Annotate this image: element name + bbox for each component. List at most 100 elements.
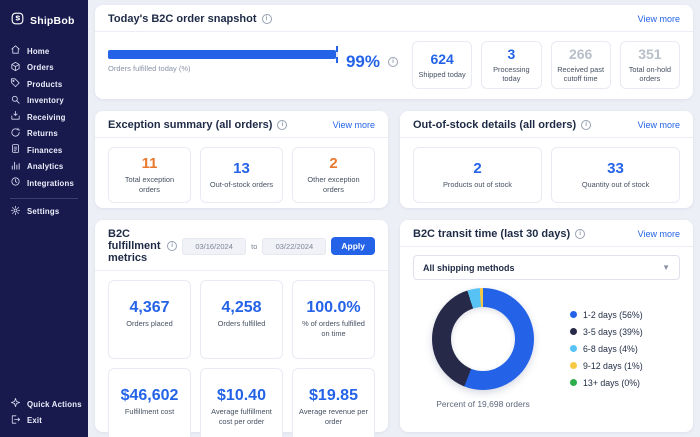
fulfillment-metrics-card: B2C fulfillment metrics i to Apply 4,367… [95, 220, 388, 432]
box-icon [10, 59, 21, 77]
transit-chart-area: Percent of 19,698 orders 1-2 days (56%) 3… [400, 280, 693, 409]
transit-time-card: B2C transit time (last 30 days) i View m… [400, 220, 693, 432]
sidebar: ShipBob Home Orders Products Inventory R… [0, 0, 88, 437]
sidebar-item-analytics[interactable]: Analytics [0, 159, 88, 176]
exception-summary-card: Exception summary (all orders) i View mo… [95, 111, 388, 208]
document-icon [10, 141, 21, 159]
date-range-controls: to Apply [182, 237, 375, 255]
legend-dot [570, 345, 577, 352]
legend-label: 6-8 days (4%) [583, 344, 638, 354]
brand-name: ShipBob [30, 15, 75, 27]
exception-view-more-link[interactable]: View more [333, 120, 375, 130]
transit-title: B2C transit time (last 30 days) [413, 228, 570, 240]
date-from-input[interactable] [182, 238, 246, 255]
stat-pct-fulfilled-on-time: 100.0% % of orders fulfilled on time [292, 280, 375, 359]
snapshot-body: Orders fulfilled today (%) 99% i 624 Shi… [95, 32, 693, 89]
shipbob-logo-icon [10, 11, 25, 31]
tag-icon [10, 75, 21, 93]
sidebar-item-home[interactable]: Home [0, 43, 88, 60]
stat-out-of-stock-orders: 13 Out-of-stock orders [200, 147, 283, 203]
legend-item: 1-2 days (56%) [570, 310, 643, 320]
sidebar-divider [10, 198, 78, 199]
metrics-grid: 4,367 Orders placed 4,258 Orders fulfill… [95, 271, 388, 437]
legend-label: 3-5 days (39%) [583, 327, 643, 337]
snapshot-stats: 624 Shipped today 3 Processing today 266… [412, 41, 680, 89]
sparkle-icon [10, 395, 21, 413]
transit-legend: 1-2 days (56%) 3-5 days (39%) 6-8 days (4%… [570, 310, 643, 388]
progress-marker [336, 46, 338, 63]
sidebar-item-returns[interactable]: Returns [0, 126, 88, 143]
snapshot-card: Today's B2C order snapshot i View more O… [95, 5, 693, 99]
progress-track [108, 50, 338, 59]
sidebar-item-products[interactable]: Products [0, 76, 88, 93]
transit-donut-chart [432, 288, 534, 390]
home-icon [10, 42, 21, 60]
legend-dot [570, 379, 577, 386]
sidebar-item-exit[interactable]: Exit [0, 413, 88, 430]
legend-label: 1-2 days (56%) [583, 310, 643, 320]
stat-orders-fulfilled: 4,258 Orders fulfilled [200, 280, 283, 359]
stat-fulfillment-cost: $46,602 Fulfillment cost [108, 368, 191, 437]
brand-logo[interactable]: ShipBob [0, 0, 88, 43]
gear-icon [10, 203, 21, 221]
main-content: Today's B2C order snapshot i View more O… [88, 0, 700, 437]
legend-item: 9-12 days (1%) [570, 361, 643, 371]
legend-label: 9-12 days (1%) [583, 361, 643, 371]
sidebar-item-integrations[interactable]: Integrations [0, 175, 88, 192]
oos-title: Out-of-stock details (all orders) [413, 119, 576, 131]
sidebar-item-inventory[interactable]: Inventory [0, 93, 88, 110]
metrics-title: B2C fulfillment metrics [108, 228, 162, 264]
stat-avg-revenue: $19.85 Average revenue per order [292, 368, 375, 437]
return-arrow-icon [10, 125, 21, 143]
magnifier-icon [10, 92, 21, 110]
chevron-down-icon: ▼ [662, 263, 670, 272]
oos-view-more-link[interactable]: View more [638, 120, 680, 130]
info-icon[interactable]: i [277, 120, 287, 130]
out-of-stock-card: Out-of-stock details (all orders) i View… [400, 111, 693, 208]
sidebar-item-quick-actions[interactable]: Quick Actions [0, 396, 88, 413]
sidebar-item-settings[interactable]: Settings [0, 204, 88, 221]
snapshot-view-more-link[interactable]: View more [638, 14, 680, 24]
exception-title: Exception summary (all orders) [108, 119, 272, 131]
donut-caption: Percent of 19,698 orders [436, 399, 530, 409]
stat-total-on-hold: 351 Total on-hold orders [620, 41, 680, 89]
integrations-icon [10, 174, 21, 192]
exit-icon [10, 412, 21, 430]
sidebar-bottom: Quick Actions Exit [0, 396, 88, 437]
legend-label: 13+ days (0%) [583, 378, 640, 388]
transit-view-more-link[interactable]: View more [638, 229, 680, 239]
legend-item: 6-8 days (4%) [570, 344, 643, 354]
shipping-methods-dropdown[interactable]: All shipping methods ▼ [413, 255, 680, 280]
legend-dot [570, 328, 577, 335]
sidebar-nav: Home Orders Products Inventory Receiving… [0, 43, 88, 192]
stat-other-exception-orders: 2 Other exception orders [292, 147, 375, 203]
apply-button[interactable]: Apply [331, 237, 375, 255]
bar-chart-icon [10, 158, 21, 176]
snapshot-header: Today's B2C order snapshot i View more [95, 5, 693, 32]
stat-avg-fulfillment-cost: $10.40 Average fulfillment cost per orde… [200, 368, 283, 437]
progress-value: 99% [346, 53, 380, 70]
sidebar-item-receiving[interactable]: Receiving [0, 109, 88, 126]
stat-products-out-of-stock: 2 Products out of stock [413, 147, 542, 203]
stat-processing-today: 3 Processing today [481, 41, 541, 89]
info-icon[interactable]: i [262, 14, 272, 24]
info-icon[interactable]: i [167, 241, 177, 251]
stat-orders-placed: 4,367 Orders placed [108, 280, 191, 359]
stat-quantity-out-of-stock: 33 Quantity out of stock [551, 147, 680, 203]
fulfillment-progress: Orders fulfilled today (%) 99% i [108, 41, 398, 73]
legend-dot [570, 311, 577, 318]
date-to-input[interactable] [262, 238, 326, 255]
snapshot-title: Today's B2C order snapshot [108, 13, 257, 25]
legend-dot [570, 362, 577, 369]
info-icon[interactable]: i [388, 57, 398, 67]
receive-box-icon [10, 108, 21, 126]
sidebar-item-orders[interactable]: Orders [0, 60, 88, 77]
stat-received-past-cutoff: 266 Received past cutoff time [551, 41, 611, 89]
progress-label: Orders fulfilled today (%) [108, 64, 338, 73]
stat-shipped-today: 624 Shipped today [412, 41, 472, 89]
info-icon[interactable]: i [575, 229, 585, 239]
sidebar-item-finances[interactable]: Finances [0, 142, 88, 159]
fulfillment-progress-fill [108, 50, 336, 59]
info-icon[interactable]: i [581, 120, 591, 130]
stat-total-exception-orders: 11 Total exception orders [108, 147, 191, 203]
